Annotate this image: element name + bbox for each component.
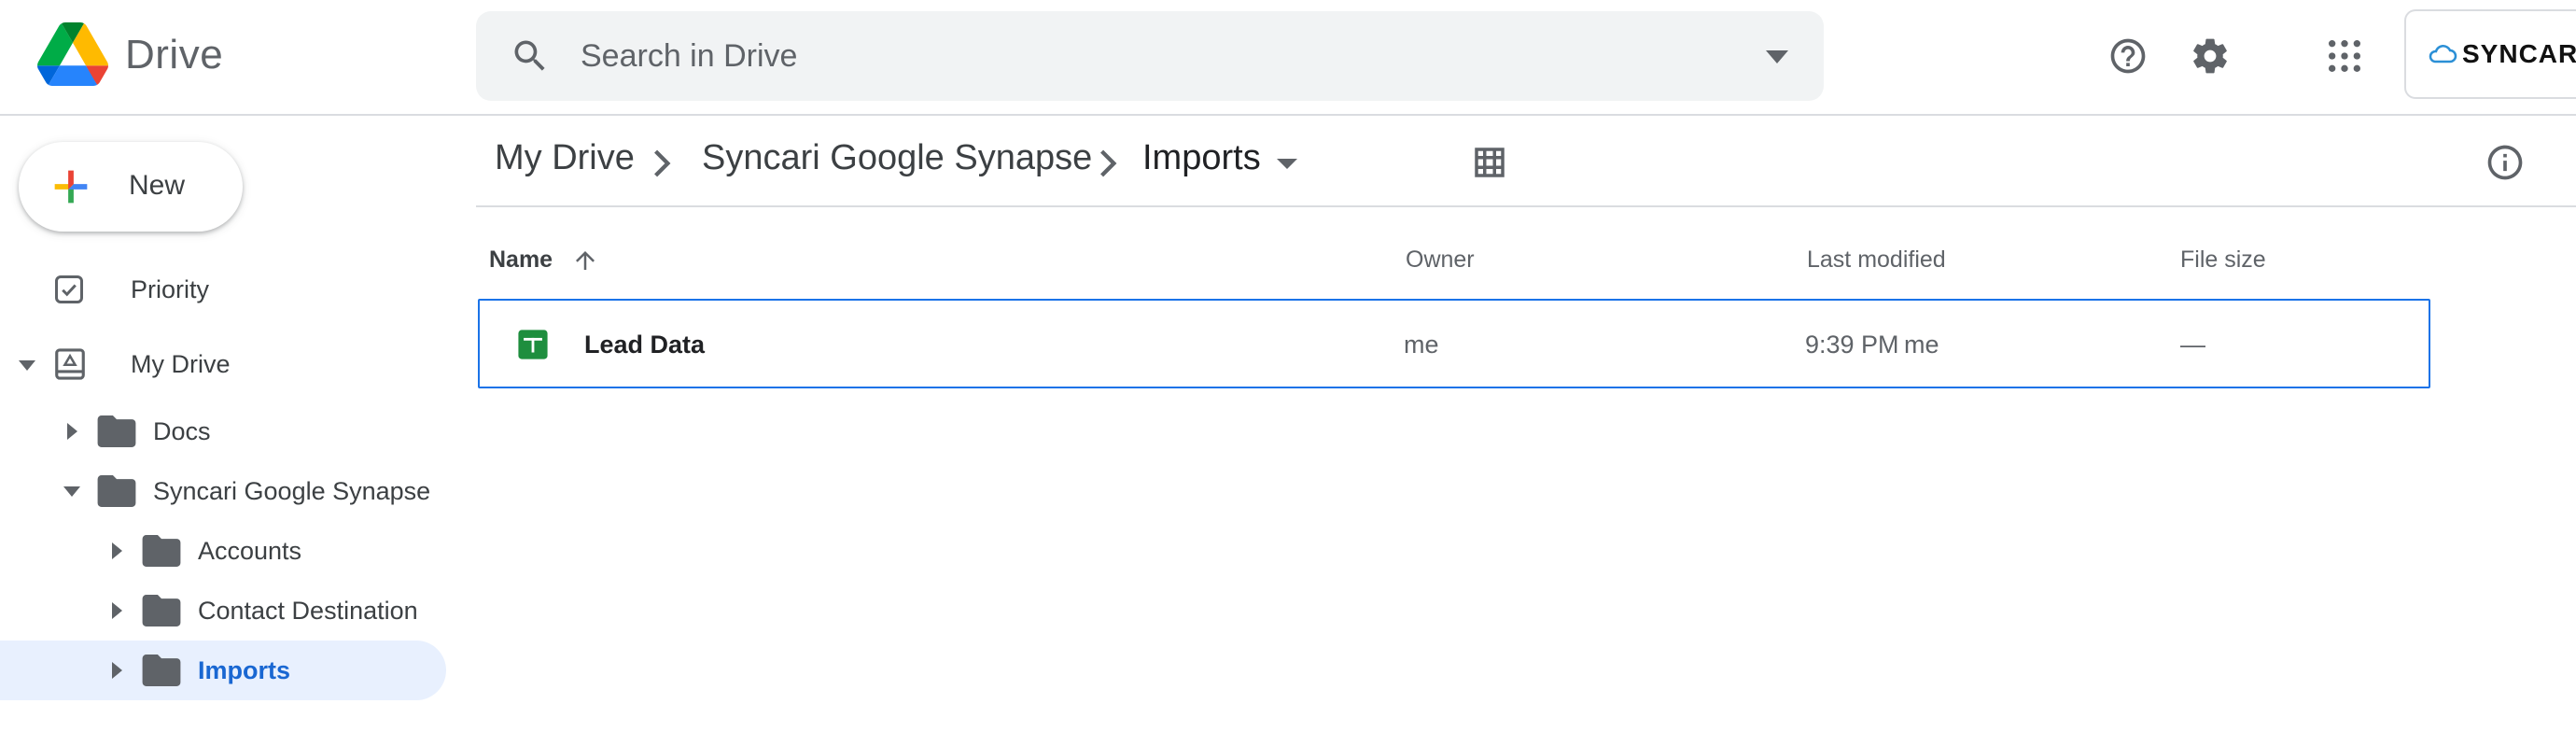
caret-right-icon[interactable] <box>67 423 77 440</box>
view-details-button[interactable] <box>2477 134 2533 190</box>
google-sheets-icon <box>518 330 548 359</box>
folder-icon <box>97 415 136 447</box>
sidebar-item-syncari-google-synapse[interactable]: Syncari Google Synapse <box>0 461 446 521</box>
sort-ascending-arrow-icon[interactable] <box>571 246 599 274</box>
gear-icon <box>2193 38 2227 74</box>
search-input[interactable] <box>581 32 1701 80</box>
file-modified-time: 9:39 PM <box>1805 331 1899 359</box>
column-header-owner: Owner <box>1406 246 1475 273</box>
sidebar-item-imports[interactable]: Imports <box>0 640 446 700</box>
info-icon <box>2487 145 2523 180</box>
sidebar-item-contact-destination[interactable]: Contact Destination <box>0 581 446 640</box>
search-icon[interactable] <box>510 35 551 77</box>
caret-down-icon[interactable] <box>19 360 35 371</box>
grid-view-button[interactable] <box>1462 134 1518 190</box>
sidebar-item-priority[interactable]: Priority <box>0 260 446 319</box>
my-drive-icon <box>55 348 85 380</box>
sidebar-item-docs[interactable]: Docs <box>0 401 446 461</box>
app-title[interactable]: Drive <box>125 32 223 78</box>
sidebar-item-label: Imports <box>198 655 291 684</box>
file-modified-by: me <box>1904 331 1939 359</box>
caret-right-icon[interactable] <box>112 602 122 619</box>
sidebar-item-label: Priority <box>131 274 210 303</box>
sidebar-item-label: My Drive <box>131 349 231 378</box>
sidebar-item-accounts[interactable]: Accounts <box>0 521 446 581</box>
search-bar[interactable] <box>476 11 1824 101</box>
folder-icon <box>142 535 181 567</box>
help-button[interactable] <box>2098 26 2158 86</box>
new-button-label: New <box>129 170 186 201</box>
folder-icon <box>142 595 181 626</box>
file-size: — <box>2180 331 2205 359</box>
sidebar-item-label: Accounts <box>198 536 302 565</box>
column-header-file-size: File size <box>2180 246 2266 273</box>
drive-logo-icon[interactable] <box>37 22 108 86</box>
main-toolbar: My Drive Syncari Google Synapse Imports <box>476 118 2576 207</box>
top-bar: Drive SYNCARI <box>0 0 2576 116</box>
file-owner: me <box>1404 331 1439 359</box>
column-header-name[interactable]: Name <box>489 246 553 274</box>
plus-icon <box>54 170 88 204</box>
file-name: Lead Data <box>584 331 706 359</box>
google-apps-button[interactable] <box>2315 26 2374 86</box>
chevron-right-icon <box>654 149 671 177</box>
caret-right-icon[interactable] <box>112 662 122 679</box>
sidebar-item-label: Docs <box>153 416 211 445</box>
column-header-last-modified[interactable]: Last modified <box>1807 246 1946 274</box>
search-options-dropdown-icon[interactable] <box>1762 43 1792 69</box>
sidebar-item-label: Syncari Google Synapse <box>153 476 431 505</box>
settings-button[interactable] <box>2180 26 2240 86</box>
grid-view-icon <box>1475 148 1505 177</box>
sidebar-item-label: Contact Destination <box>198 596 418 625</box>
new-button[interactable]: New <box>19 142 243 232</box>
apps-grid-icon <box>2329 40 2360 72</box>
folder-icon <box>97 475 136 507</box>
breadcrumb-syncari-google-synapse[interactable]: Syncari Google Synapse <box>702 138 1092 178</box>
breadcrumb-imports[interactable]: Imports <box>1142 138 1261 178</box>
syncari-cloud-icon <box>2429 45 2457 63</box>
caret-right-icon[interactable] <box>112 542 122 559</box>
folder-icon <box>142 655 181 686</box>
help-icon <box>2110 38 2146 74</box>
account-switcher[interactable]: SYNCARI <box>2404 9 2576 99</box>
caret-down-icon[interactable] <box>63 486 80 497</box>
chevron-right-icon <box>1100 149 1117 177</box>
table-row[interactable]: Lead Data me 9:39 PM me — <box>478 299 2430 388</box>
priority-checkbox-icon <box>55 275 83 303</box>
account-label: SYNCARI <box>2462 39 2576 68</box>
folder-menu-dropdown-icon[interactable] <box>1277 159 1297 169</box>
breadcrumb-my-drive[interactable]: My Drive <box>495 138 635 178</box>
sidebar-item-my-drive[interactable]: My Drive <box>0 334 446 394</box>
